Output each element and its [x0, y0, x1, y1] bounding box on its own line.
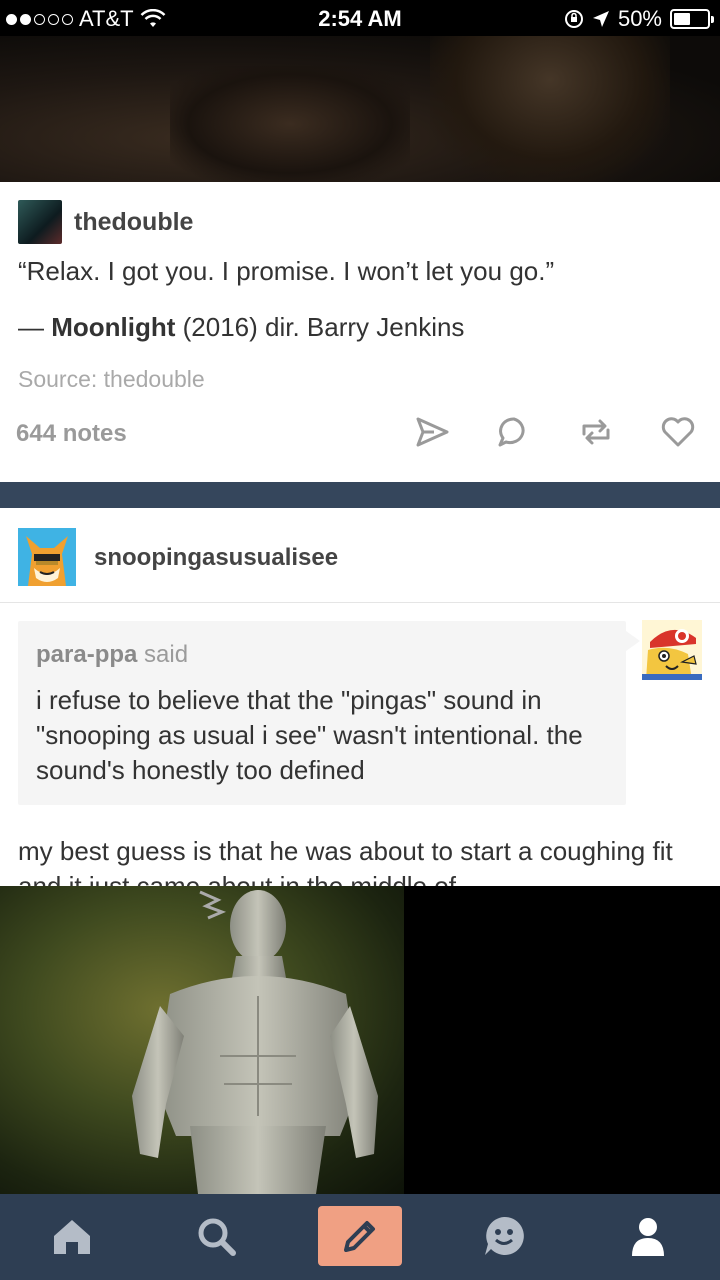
attribution-title: Moonlight: [51, 312, 176, 342]
reblog-said-label: said: [137, 641, 189, 668]
share-icon[interactable]: [414, 414, 450, 450]
location-arrow-icon: [592, 11, 609, 27]
blog-avatar[interactable]: [18, 528, 76, 586]
reblog-icon[interactable]: [578, 414, 614, 450]
tab-home[interactable]: [44, 1208, 100, 1264]
account-icon: [632, 1218, 664, 1256]
post-actions: [414, 414, 696, 450]
attribution-rest: (2016) dir. Barry Jenkins: [175, 312, 465, 342]
post-header: thedouble: [18, 200, 193, 244]
video-frame: [0, 886, 404, 1194]
activity-icon: [485, 1216, 524, 1255]
orientation-lock-icon: [564, 10, 583, 28]
battery-percent: 50%: [617, 6, 662, 31]
image-figure: [430, 36, 670, 182]
image-figure: [170, 66, 410, 182]
tab-activity[interactable]: [476, 1208, 532, 1264]
reblog-text: i refuse to believe that the "pingas" so…: [36, 685, 583, 785]
reblog-avatar[interactable]: [642, 620, 702, 680]
compose-button[interactable]: [318, 1206, 402, 1266]
like-icon[interactable]: [660, 414, 696, 450]
notes-count[interactable]: 644 notes: [16, 420, 127, 448]
blog-avatar[interactable]: [18, 200, 62, 244]
reblog-quote: para-ppa said i refuse to believe that t…: [18, 621, 640, 805]
source-link[interactable]: Source: thedouble: [18, 366, 205, 393]
reply-icon[interactable]: [496, 414, 532, 450]
attribution-dash: —: [18, 312, 52, 342]
post-separator: [0, 482, 720, 508]
status-bar: AT&T 2:54 AM 50%: [0, 0, 720, 36]
tab-account[interactable]: [620, 1208, 676, 1264]
parappa-avatar-icon: [642, 620, 702, 680]
bottom-tab-bar: [0, 1194, 720, 1280]
divider: [0, 602, 720, 603]
tab-search[interactable]: [188, 1208, 244, 1264]
reblog-username[interactable]: para-ppa: [36, 641, 137, 668]
post-video[interactable]: [0, 886, 720, 1194]
search-icon: [198, 1218, 236, 1256]
fox-avatar-icon: [18, 528, 76, 586]
reblog-attribution: para-ppa said: [36, 641, 188, 669]
character-figure: [132, 890, 378, 1194]
battery-icon: [670, 9, 714, 29]
post-card: snoopingasusualisee para-ppa said i refu…: [0, 508, 720, 901]
post-image[interactable]: [0, 36, 720, 182]
quote-attribution: — Moonlight (2016) dir. Barry Jenkins: [18, 312, 464, 343]
compose-icon: [344, 1221, 375, 1252]
status-right: 50%: [564, 6, 714, 32]
blog-name[interactable]: thedouble: [74, 208, 193, 237]
post-card: thedouble “Relax. I got you. I promise. …: [0, 182, 720, 482]
home-icon: [54, 1220, 90, 1254]
quote-text: “Relax. I got you. I promise. I won’t le…: [18, 256, 555, 286]
blog-name[interactable]: snoopingasusualisee: [94, 544, 338, 572]
